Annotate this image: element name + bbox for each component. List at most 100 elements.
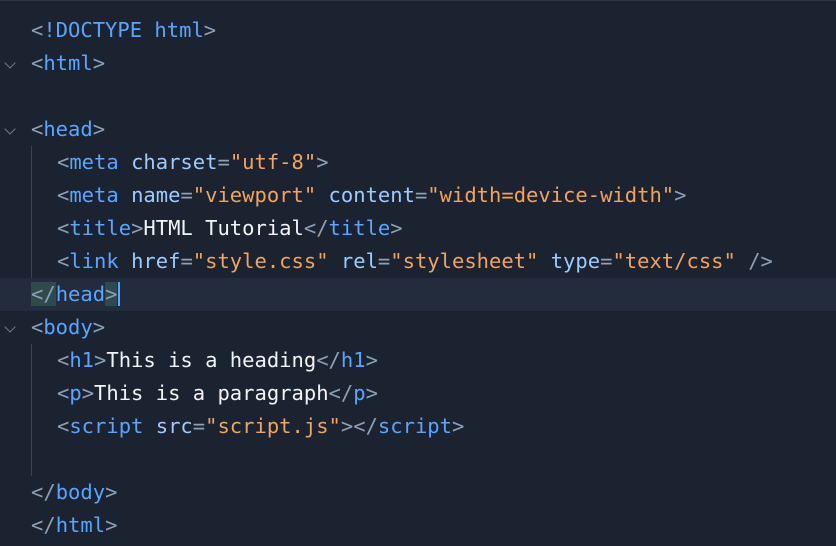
token-punct: < [57,414,70,438]
line-gutter [0,410,26,443]
token-punct: = [600,249,613,273]
token-punct: > [674,183,687,207]
token-punct: < [31,51,44,75]
token-str: "viewport" [192,183,317,207]
token-punct: > [203,18,217,42]
token-punct: < [31,117,44,141]
indent-guide [31,212,32,245]
code-line-content: </head> [31,278,121,311]
code-line[interactable] [0,443,836,476]
token-attr: rel [340,249,378,273]
code-editor[interactable]: <!DOCTYPE html> <html> <head> <meta charset… [0,0,836,546]
token-tag: body [55,480,106,504]
token-str: "style.css" [192,249,329,273]
code-line-content: <p>This is a paragraph</p> [57,377,378,410]
code-line-content: </html> [31,509,117,542]
code-line[interactable]: <head> [0,113,836,146]
code-line[interactable]: <h1>This is a heading</h1> [0,344,836,377]
line-gutter[interactable] [0,47,26,80]
token-punct: > [105,282,118,306]
token-tag: p [353,381,366,405]
code-line[interactable]: <title>HTML Tutorial</title> [0,212,836,245]
code-line[interactable]: <body> [0,311,836,344]
token-punct: < [31,315,44,339]
token-tag: body [43,315,93,339]
code-line-content: <title>HTML Tutorial</title> [57,212,403,245]
code-line[interactable] [0,80,836,113]
code-line[interactable]: </body> [0,476,836,509]
token-str: "script.js" [205,414,341,438]
token-tag: meta [69,150,119,174]
token-tag: h1 [69,348,95,372]
code-line[interactable]: <link href="style.css" rel="stylesheet" … [0,245,836,278]
token-doc: !DOCTYPE html [43,18,204,42]
token-punct: > [92,51,106,75]
token-tag: script [377,414,452,438]
code-line[interactable]: <meta charset="utf-8"> [0,146,836,179]
token-punct: > [365,381,378,405]
line-gutter[interactable] [0,113,26,146]
fold-chevron-icon[interactable] [4,321,16,333]
indent-guide [31,377,32,410]
token-punct: < [57,249,70,273]
code-line-content: <body> [31,311,105,344]
line-gutter[interactable] [0,311,26,344]
text-cursor [118,282,121,306]
code-line[interactable]: <script src="script.js"></script> [0,410,836,443]
token-punct: > [105,513,118,537]
fold-chevron-icon[interactable] [4,123,16,135]
code-line-content: <head> [31,113,105,146]
token-punct: > [365,348,378,372]
token-tag: meta [69,183,119,207]
token-str: "text/css" [612,249,736,273]
indent-guide [31,344,32,377]
token-attr: charset [131,150,218,174]
code-line-content: <link href="style.css" rel="stylesheet" … [57,245,773,278]
indent-guide [31,410,32,443]
token-punct: > [451,414,465,438]
token-attr: href [131,249,181,273]
token-attr: name [131,183,181,207]
code-line[interactable]: <!DOCTYPE html> [0,14,836,47]
line-gutter [0,344,26,377]
token-punct: > [316,150,329,174]
token-punct: > [92,117,106,141]
token-punct: < [57,183,70,207]
code-line[interactable]: <html> [0,47,836,80]
code-line[interactable]: <p>This is a paragraph</p> [0,377,836,410]
token-punct: > [390,216,403,240]
token-tag: html [55,513,106,537]
line-gutter [0,179,26,212]
token-text: This is a heading [106,348,317,372]
line-gutter [0,278,26,311]
indent-guide [31,146,32,179]
code-line-content: <meta charset="utf-8"> [57,146,329,179]
line-gutter [0,245,26,278]
token-tag: head [43,117,93,141]
indent-guide [31,245,32,278]
token-punct: </ [31,282,56,306]
line-gutter [0,377,26,410]
token-tag: title [69,216,132,240]
fold-chevron-icon[interactable] [4,57,16,69]
indent-guide [31,179,32,212]
code-line[interactable]: </html> [0,509,836,542]
code-line-content: <!DOCTYPE html> [31,14,216,47]
token-tag: h1 [340,348,366,372]
token-punct: > [92,315,106,339]
line-gutter [0,146,26,179]
token-punct: = [377,249,391,273]
token-punct: < [57,150,70,174]
token-punct: </ [31,513,56,537]
token-tag: title [328,216,391,240]
token-punct: = [180,183,193,207]
token-attr: type [550,249,601,273]
code-line[interactable]: </head> [0,278,836,311]
token-punct: < [57,216,70,240]
token-punct: </ [353,414,378,438]
code-line[interactable]: <meta name="viewport" content="width=dev… [0,179,836,212]
